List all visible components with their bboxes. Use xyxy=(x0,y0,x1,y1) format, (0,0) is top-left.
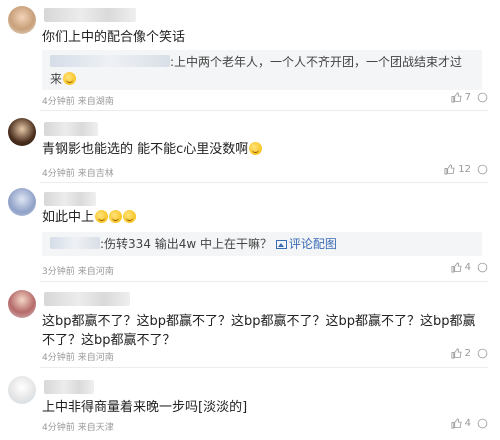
image-link-label: 评论配图 xyxy=(288,237,337,251)
emoji-icon xyxy=(63,72,77,85)
comment-image-link[interactable]: 评论配图 xyxy=(275,237,337,251)
emoji-icon xyxy=(109,210,123,223)
like-button[interactable]: 4 xyxy=(451,418,471,429)
comment-bubble-icon[interactable] xyxy=(477,164,488,175)
comment-meta: 4分钟前 来自湖南 xyxy=(42,94,117,107)
image-icon xyxy=(275,240,287,249)
comment-location: 来自河南 xyxy=(77,267,114,277)
comment-location: 来自河南 xyxy=(77,353,114,363)
like-button[interactable]: 2 xyxy=(451,348,471,359)
thumbs-up-icon xyxy=(451,262,462,273)
comment-time: 3分钟前 xyxy=(42,267,75,277)
quoted-username-redacted[interactable] xyxy=(50,237,100,249)
thumbs-up-icon xyxy=(451,92,462,103)
quoted-reply[interactable]: :伤转334 输出4w 中上在干嘛？ 评论配图 xyxy=(42,232,482,256)
quote-text: :伤转334 输出4w 中上在干嘛？ xyxy=(100,237,273,251)
like-button[interactable]: 12 xyxy=(444,164,471,175)
comment-location: 来自天津 xyxy=(77,423,114,433)
emoji-icon xyxy=(249,142,263,155)
username-redacted[interactable] xyxy=(44,380,94,394)
comment-actions: 4 xyxy=(451,262,488,273)
comment-time: 4分钟前 xyxy=(42,97,75,107)
comment-actions: 12 xyxy=(444,164,488,175)
avatar[interactable] xyxy=(8,6,36,34)
comment-time: 4分钟前 xyxy=(42,423,75,433)
quoted-reply[interactable]: :上中两个老年人，一个人不齐开团，一个团战结束才过来 xyxy=(42,50,482,90)
quoted-username-redacted[interactable] xyxy=(50,55,170,67)
comment-actions: 4 xyxy=(451,418,488,429)
comment-text-content: 青钢影也能选的 能不能c心里没数啊 xyxy=(42,142,249,157)
like-count: 7 xyxy=(464,92,471,103)
comment-meta: 4分钟前 来自河南 xyxy=(42,350,117,363)
comment-location: 来自吉林 xyxy=(77,169,114,179)
comment-text: 如此中上 xyxy=(42,208,484,227)
comment-time: 4分钟前 xyxy=(42,353,75,363)
comment-text: 上中非得商量着来晚一步吗[淡淡的] xyxy=(42,400,248,415)
comment-text: 青钢影也能选的 能不能c心里没数啊 xyxy=(42,140,484,159)
divider xyxy=(40,281,488,282)
comment-actions: 2 xyxy=(451,348,488,359)
divider xyxy=(40,367,488,368)
comment-text: 你们上中的配合像个笑话 xyxy=(42,30,186,45)
comment-time: 4分钟前 xyxy=(42,169,75,179)
comment-bubble-icon[interactable] xyxy=(477,348,488,359)
like-count: 4 xyxy=(464,418,471,429)
like-button[interactable]: 4 xyxy=(451,262,471,273)
thumbs-up-icon xyxy=(444,164,455,175)
avatar[interactable] xyxy=(8,376,36,404)
like-count: 12 xyxy=(458,164,471,175)
like-button[interactable]: 7 xyxy=(451,92,471,103)
comment-text: 这bp都赢不了？这bp都赢不了？这bp都赢不了？这bp都赢不了？这bp都赢不了？… xyxy=(42,314,476,348)
comment-bubble-icon[interactable] xyxy=(477,92,488,103)
like-count: 2 xyxy=(464,348,471,359)
comment-actions: 7 xyxy=(451,92,488,103)
username-redacted[interactable] xyxy=(44,192,96,206)
divider xyxy=(40,182,488,183)
avatar[interactable] xyxy=(8,188,36,216)
comment-meta: 4分钟前 来自吉林 xyxy=(42,166,117,179)
comment-bubble-icon[interactable] xyxy=(477,418,488,429)
thumbs-up-icon xyxy=(451,348,462,359)
comment-meta: 3分钟前 来自河南 xyxy=(42,264,117,277)
comment-meta: 4分钟前 来自天津 xyxy=(42,420,117,433)
emoji-icon xyxy=(123,210,137,223)
username-redacted[interactable] xyxy=(44,292,130,306)
comment-text-content: 如此中上 xyxy=(42,210,95,225)
emoji-icon xyxy=(95,210,109,223)
avatar[interactable] xyxy=(8,118,36,146)
username-redacted[interactable] xyxy=(44,122,98,136)
comment-bubble-icon[interactable] xyxy=(477,262,488,273)
like-count: 4 xyxy=(464,262,471,273)
comment-location: 来自湖南 xyxy=(77,97,114,107)
avatar[interactable] xyxy=(8,290,36,318)
thumbs-up-icon xyxy=(451,418,462,429)
divider xyxy=(40,110,488,111)
username-redacted[interactable] xyxy=(44,8,136,22)
